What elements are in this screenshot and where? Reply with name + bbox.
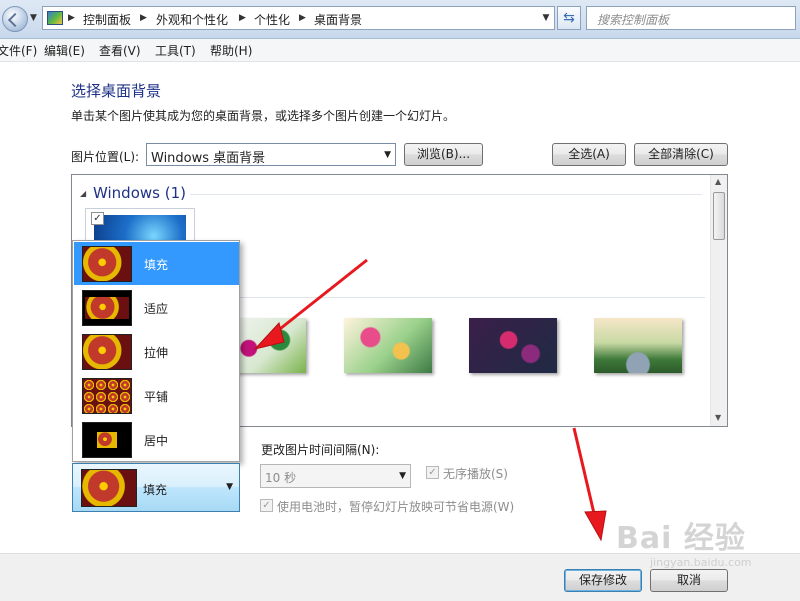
red-arrow-to-save-button bbox=[572, 427, 607, 542]
group-title[interactable]: Windows (1) bbox=[93, 184, 186, 202]
group-divider bbox=[190, 194, 702, 195]
breadcrumb-control-panel[interactable]: 控制面板 bbox=[83, 11, 131, 28]
scroll-up-icon[interactable]: ▲ bbox=[715, 177, 721, 186]
chevron-down-icon: ▼ bbox=[384, 150, 391, 160]
selected-position-preview-image bbox=[81, 469, 137, 507]
wallpaper-thumbnail-4[interactable] bbox=[594, 318, 682, 373]
menu-file[interactable]: 文件(F) bbox=[0, 42, 37, 59]
picture-position-select[interactable]: 填充 ▼ bbox=[72, 463, 240, 512]
group-divider bbox=[240, 297, 705, 298]
address-toolbar: ▼ ▶ 控制面板 ▶ 外观和个性化 ▶ 个性化 ▶ 桌面背景 ▼ ⇆ 搜索控制面… bbox=[0, 0, 800, 39]
scroll-down-icon[interactable]: ▼ bbox=[715, 413, 721, 422]
breadcrumb-chevron-icon[interactable]: ▶ bbox=[140, 13, 147, 23]
battery-checkbox[interactable]: ✓ bbox=[260, 499, 273, 512]
recent-pages-dropdown-icon[interactable]: ▼ bbox=[30, 13, 37, 23]
clear-all-button[interactable]: 全部清除(C) bbox=[634, 143, 728, 166]
position-option-label: 拉伸 bbox=[144, 346, 169, 360]
position-option-fit[interactable]: 适应 bbox=[74, 286, 239, 329]
menu-help[interactable]: 帮助(H) bbox=[210, 42, 252, 59]
position-option-center[interactable]: 居中 bbox=[74, 418, 239, 461]
cancel-button[interactable]: 取消 bbox=[650, 569, 728, 592]
position-option-stretch[interactable]: 拉伸 bbox=[74, 330, 239, 373]
control-panel-icon bbox=[47, 11, 63, 25]
breadcrumb-chevron-icon[interactable]: ▶ bbox=[68, 13, 75, 23]
menu-tools[interactable]: 工具(T) bbox=[155, 42, 196, 59]
menu-bar: 文件(F) 编辑(E) 查看(V) 工具(T) 帮助(H) bbox=[0, 39, 800, 62]
collapse-triangle-icon[interactable]: ◢ bbox=[80, 189, 86, 198]
shuffle-checkbox[interactable]: ✓ bbox=[426, 466, 439, 479]
position-option-label: 平铺 bbox=[144, 390, 169, 404]
shuffle-label[interactable]: 无序播放(S) bbox=[443, 465, 508, 482]
page-description: 单击某个图片使其成为您的桌面背景，或选择多个图片创建一个幻灯片。 bbox=[71, 109, 456, 123]
chevron-down-icon: ▼ bbox=[399, 471, 406, 481]
address-dropdown-icon[interactable]: ▼ bbox=[538, 7, 554, 29]
windows-wallpaper-thumbnail[interactable]: ✓ bbox=[85, 208, 195, 245]
wallpaper-thumbnail-2[interactable] bbox=[344, 318, 432, 373]
interval-label: 更改图片时间间隔(N): bbox=[261, 443, 380, 457]
position-option-fill[interactable]: 填充 bbox=[74, 242, 239, 285]
selected-position-label: 填充 bbox=[143, 483, 168, 497]
picture-location-select[interactable]: Windows 桌面背景 ▼ bbox=[146, 143, 396, 166]
wallpaper-checkbox[interactable]: ✓ bbox=[91, 212, 104, 225]
fill-preview-image bbox=[82, 246, 132, 282]
picture-location-label: 图片位置(L): bbox=[71, 150, 140, 164]
menu-edit[interactable]: 编辑(E) bbox=[44, 42, 85, 59]
tile-preview-image bbox=[82, 378, 132, 414]
page-title: 选择桌面背景 bbox=[71, 82, 162, 100]
picture-position-menu: 填充 适应 拉伸 平铺 居中 bbox=[72, 240, 240, 462]
picture-location-value: Windows 桌面背景 bbox=[151, 151, 266, 166]
breadcrumb-desktop-background[interactable]: 桌面背景 bbox=[314, 11, 362, 28]
position-option-label: 适应 bbox=[144, 302, 169, 316]
baidu-watermark: Bai 经验 bbox=[616, 521, 746, 556]
baidu-watermark-url: jingyan.baidu.com bbox=[650, 556, 752, 569]
select-all-button[interactable]: 全选(A) bbox=[552, 143, 626, 166]
breadcrumb-chevron-icon[interactable]: ▶ bbox=[239, 13, 246, 23]
search-input[interactable]: 搜索控制面板 bbox=[586, 6, 796, 30]
interval-select[interactable]: 10 秒 ▼ bbox=[260, 464, 411, 488]
battery-label[interactable]: 使用电池时，暂停幻灯片放映可节省电源(W) bbox=[277, 498, 514, 515]
menu-view[interactable]: 查看(V) bbox=[99, 42, 141, 59]
wallpaper-thumbnail-3[interactable] bbox=[469, 318, 557, 373]
scrollbar-thumb[interactable] bbox=[713, 192, 725, 240]
center-preview-image bbox=[82, 422, 132, 458]
breadcrumb-personalization[interactable]: 个性化 bbox=[254, 11, 290, 28]
position-option-tile[interactable]: 平铺 bbox=[74, 374, 239, 417]
breadcrumb-appearance[interactable]: 外观和个性化 bbox=[156, 11, 228, 28]
browse-button[interactable]: 浏览(B)... bbox=[404, 143, 483, 166]
vertical-scrollbar[interactable]: ▲ ▼ bbox=[710, 175, 727, 426]
save-changes-button[interactable]: 保存修改 bbox=[564, 569, 642, 592]
breadcrumb-chevron-icon[interactable]: ▶ bbox=[299, 13, 306, 23]
refresh-icon[interactable]: ⇆ bbox=[557, 6, 581, 30]
stretch-preview-image bbox=[82, 334, 132, 370]
back-button[interactable] bbox=[2, 6, 28, 32]
chevron-down-icon: ▼ bbox=[226, 482, 233, 492]
fit-preview-image bbox=[82, 290, 132, 326]
address-bar[interactable]: ▶ 控制面板 ▶ 外观和个性化 ▶ 个性化 ▶ 桌面背景 ▼ bbox=[42, 6, 555, 30]
position-option-label: 填充 bbox=[144, 258, 169, 272]
position-option-label: 居中 bbox=[144, 434, 169, 448]
interval-value: 10 秒 bbox=[265, 471, 297, 485]
